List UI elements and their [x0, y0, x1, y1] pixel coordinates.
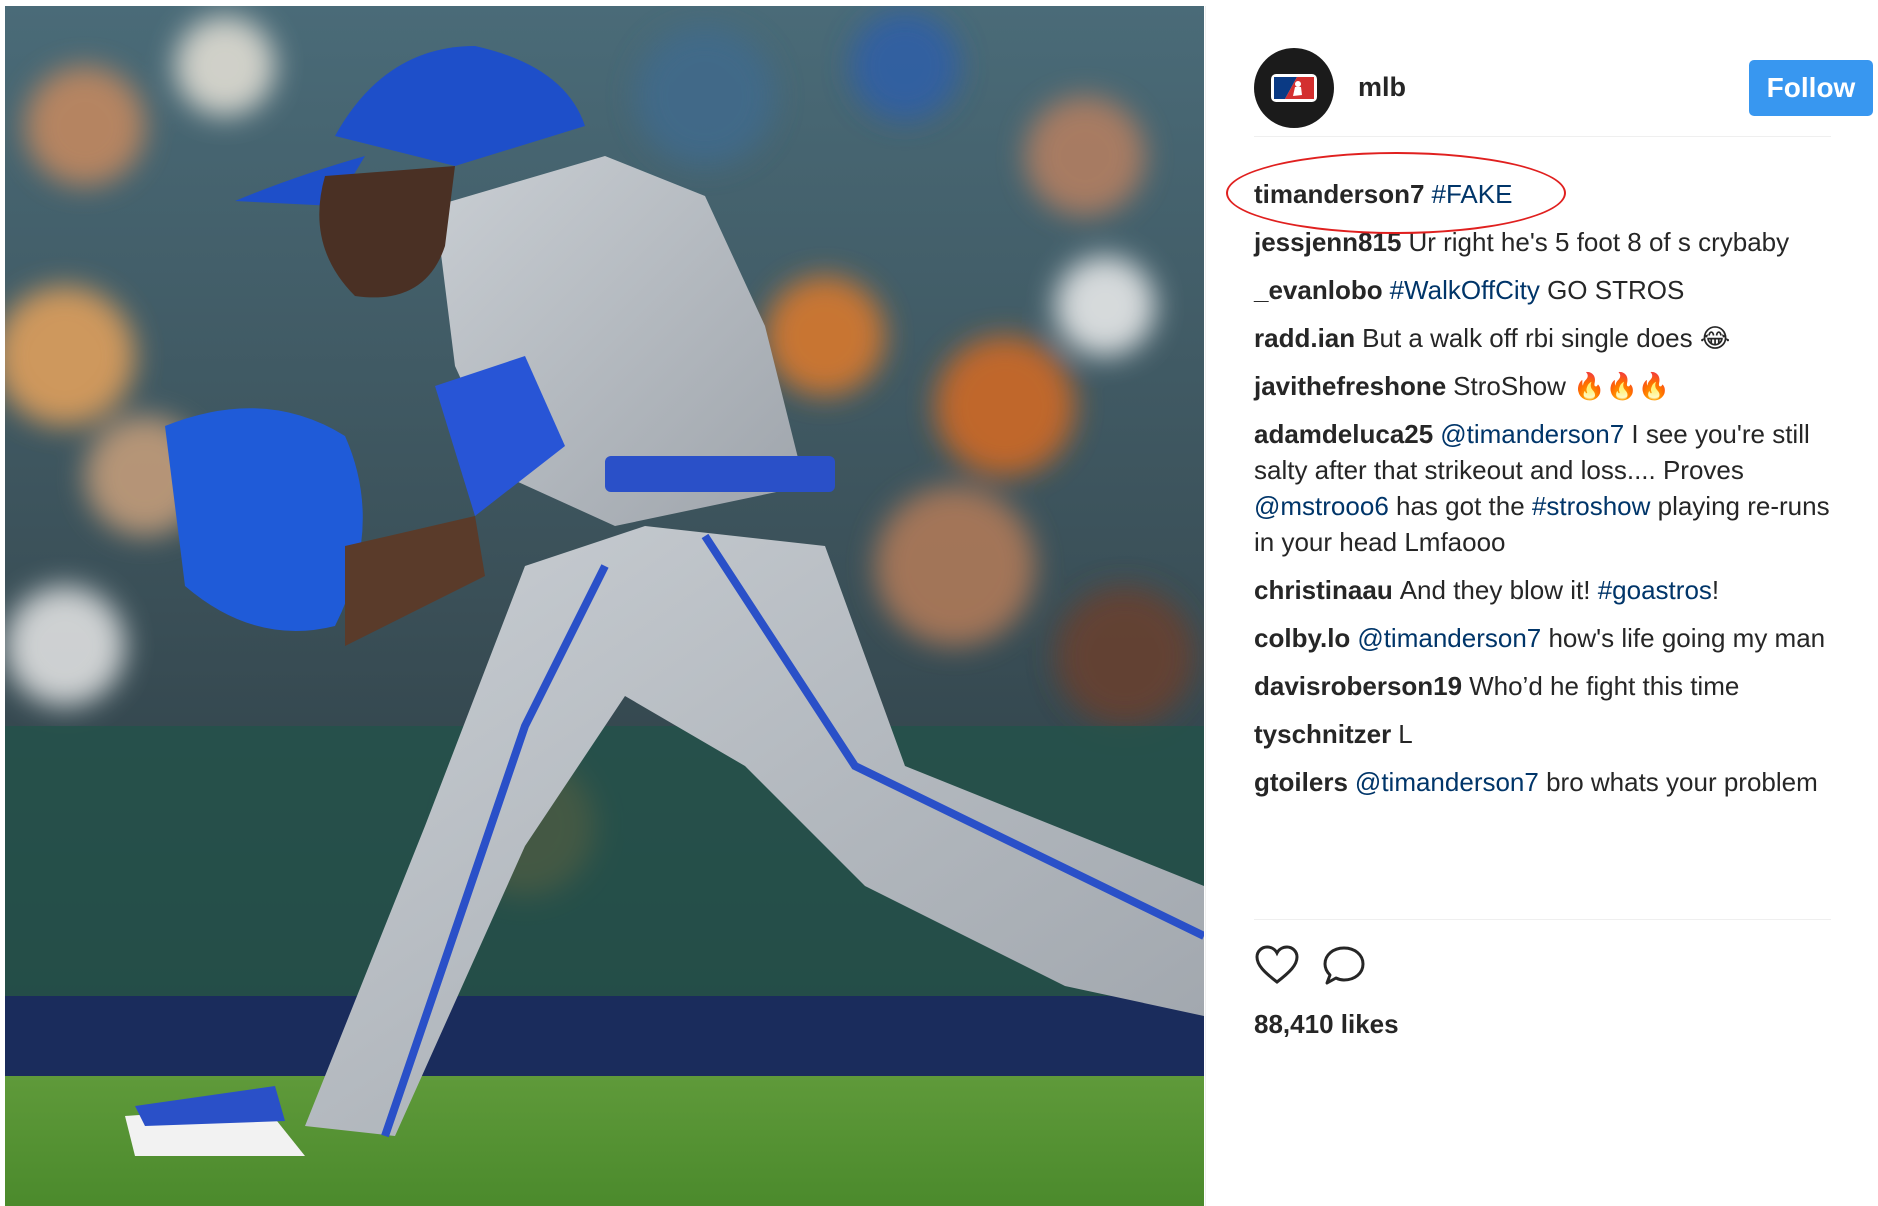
comment-bubble-icon[interactable]: [1322, 944, 1374, 996]
comment-row: adamdeluca25 @timanderson7 I see you're s…: [1254, 416, 1831, 560]
comment-text: But a walk off rbi single does 😂: [1362, 323, 1731, 353]
caption-author[interactable]: timanderson7: [1254, 179, 1425, 209]
comment-row: tyschnitzer L: [1254, 716, 1831, 752]
comment-mention-link[interactable]: @timanderson7: [1357, 623, 1541, 653]
comment-row: davisroberson19 Who’d he fight this time: [1254, 668, 1831, 704]
comment-author[interactable]: jessjenn815: [1254, 227, 1401, 257]
comment-author[interactable]: christinaau: [1254, 575, 1393, 605]
comment-author[interactable]: colby.lo: [1254, 623, 1350, 653]
heart-icon[interactable]: [1254, 944, 1306, 996]
comment-row: radd.ian But a walk off rbi single does 😂: [1254, 320, 1831, 356]
comment-author[interactable]: davisroberson19: [1254, 671, 1462, 701]
comment-mention-link[interactable]: #WalkOffCity: [1390, 275, 1540, 305]
follow-button[interactable]: Follow: [1749, 60, 1873, 116]
likes-count[interactable]: 88,410 likes: [1254, 1009, 1399, 1040]
caption-hashtag[interactable]: #FAKE: [1432, 179, 1513, 209]
comment-row: gtoilers @timanderson7 bro whats your pro…: [1254, 764, 1831, 800]
account-avatar[interactable]: [1254, 48, 1334, 128]
actions-divider: [1254, 919, 1831, 920]
comment-author[interactable]: radd.ian: [1254, 323, 1355, 353]
comment-text: !: [1711, 575, 1720, 605]
comment-text: bro whats your problem: [1538, 767, 1818, 797]
photo-illustration: [5, 6, 1204, 1206]
comment-row: jessjenn815 Ur right he's 5 foot 8 of s c…: [1254, 224, 1831, 260]
comment-mention-link[interactable]: @timanderson7: [1355, 767, 1539, 797]
post-photo[interactable]: [5, 6, 1204, 1206]
comment-text: has got the: [1388, 491, 1532, 521]
comment-author[interactable]: gtoilers: [1254, 767, 1348, 797]
comment-mention-link[interactable]: #stroshow: [1532, 491, 1651, 521]
post-caption: timanderson7 #FAKE: [1226, 152, 1831, 234]
comment-author[interactable]: adamdeluca25: [1254, 419, 1433, 449]
account-username[interactable]: mlb: [1358, 72, 1406, 103]
comment-row: _evanlobo #WalkOffCity GO STROS: [1254, 272, 1831, 308]
comment-author[interactable]: javithefreshone: [1254, 371, 1446, 401]
comment-text: L: [1398, 719, 1413, 749]
comment-mention-link[interactable]: @timanderson7: [1440, 419, 1624, 449]
comment-mention-link[interactable]: @mstrooo6: [1254, 491, 1389, 521]
comment-text: Ur right he's 5 foot 8 of s crybaby: [1408, 227, 1790, 257]
post-header: mlb Follow: [1254, 42, 1873, 137]
comment-row: colby.lo @timanderson7 how's life going m…: [1254, 620, 1831, 656]
comment-text: StroShow 🔥🔥🔥: [1453, 371, 1671, 401]
comment-text: how's life going my man: [1541, 623, 1826, 653]
comment-thread: jessjenn815 Ur right he's 5 foot 8 of s c…: [1254, 224, 1831, 800]
comment-text: GO STROS: [1539, 275, 1685, 305]
comment-row: javithefreshone StroShow 🔥🔥🔥: [1254, 368, 1831, 404]
comments-list: timanderson7 #FAKE jessjenn815 Ur right he…: [1226, 152, 1831, 812]
comment-text: Who’d he fight this time: [1469, 671, 1740, 701]
comment-mention-link[interactable]: #goastros: [1598, 575, 1712, 605]
comment-text: And they blow it!: [1399, 575, 1598, 605]
comment-author[interactable]: tyschnitzer: [1254, 719, 1391, 749]
mlb-logo-icon: [1271, 74, 1317, 102]
comment-row: christinaau And they blow it! #goastros!: [1254, 572, 1831, 608]
post-sidebar: mlb Follow timanderson7 #FAKE jessjenn815…: [1205, 6, 1878, 1206]
comment-author[interactable]: _evanlobo: [1254, 275, 1383, 305]
instagram-post: mlb Follow timanderson7 #FAKE jessjenn815…: [0, 0, 1878, 1206]
